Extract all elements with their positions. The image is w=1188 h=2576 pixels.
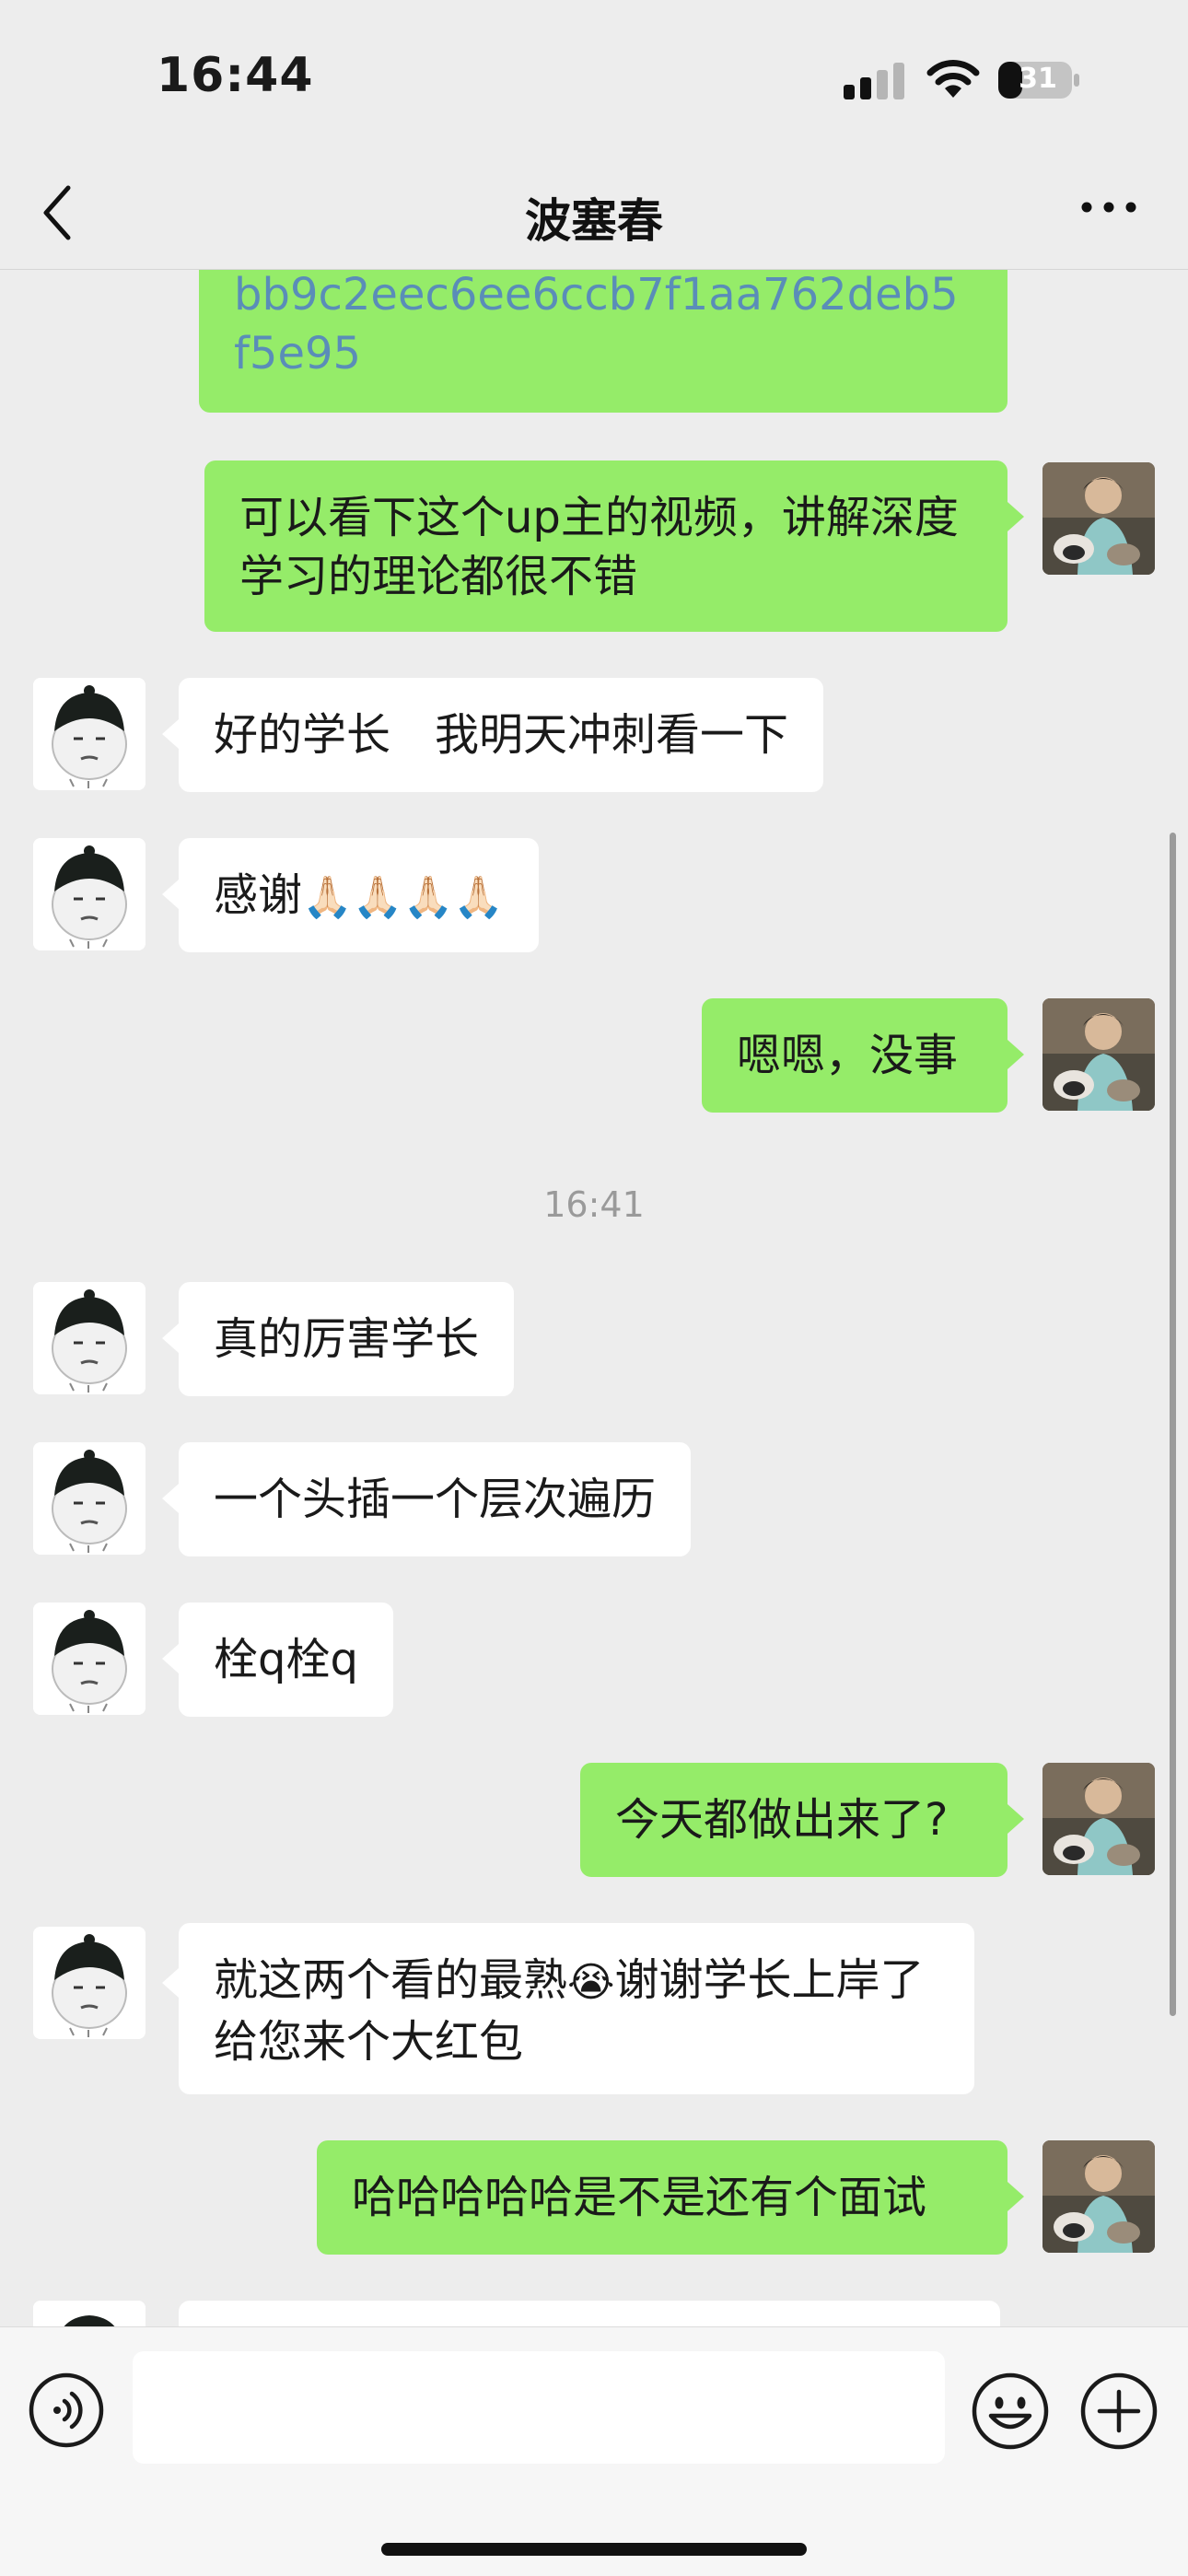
message-bubble-outgoing[interactable]: 嗯嗯，没事 [702,998,1007,1113]
bubble-tail [162,1644,179,1673]
message-text: 栓q栓q [214,1634,358,1685]
avatar-self[interactable] [1042,1763,1155,1875]
nav-bar: 波塞春 [0,157,1188,270]
avatar-contact[interactable] [33,1603,146,1715]
bubble-tail [1007,2182,1024,2211]
message-text: 就这两个看的最熟 [214,1954,568,2006]
avatar-contact[interactable] [33,2301,146,2326]
avatar-contact[interactable] [33,1927,146,2039]
status-bar: 16:44 31 [0,0,1188,157]
avatar-contact[interactable] [33,1282,146,1394]
message-text: 嗯嗯，没事 [737,1030,959,1081]
message-text: 今天都做出来了? [615,1794,949,1846]
input-bar [0,2326,1188,2576]
message-text: 一个头插一个层次遍历 [214,1474,657,1525]
bubble-tail [162,880,179,909]
avatar-contact[interactable] [33,678,146,790]
message-bubble-incoming[interactable]: 感谢🙏🏻🙏🏻🙏🏻🙏🏻 [179,838,540,952]
message-text: 可以看下这个up主的视频，讲解深度学习的理论都很不错 [239,492,959,602]
message-timestamp: 16:41 [543,1184,645,1225]
message-text: 哈哈哈哈哈是不是还有个面试 [352,2172,927,2223]
wifi-icon [926,60,980,98]
bubble-tail [1007,1804,1024,1834]
message-bubble-incoming[interactable]: 栓q栓q [179,1603,393,1717]
plus-icon[interactable] [1079,2372,1159,2451]
bubble-tail [162,1323,179,1353]
bubble-tail [162,1968,179,1998]
chat-history[interactable]: bb9c2eec6ee6ccb7f1aa762deb5f5e95 可以看下这个u… [0,269,1188,2326]
message-text: 感谢 [214,869,303,921]
status-time: 16:44 [157,48,314,103]
more-dots-icon[interactable] [1079,193,1138,221]
message-bubble-outgoing[interactable]: 哈哈哈哈哈是不是还有个面试 [317,2140,1007,2255]
pray-emoji: 🙏🏻🙏🏻🙏🏻🙏🏻 [302,874,505,921]
bubble-tail [1007,502,1024,531]
avatar-contact[interactable] [33,838,146,950]
home-indicator[interactable] [381,2543,807,2556]
chat-title: 波塞春 [525,194,663,248]
message-text: 好的学长 我明天冲刺看一下 [214,709,789,761]
message-bubble-outgoing[interactable]: 可以看下这个up主的视频，讲解深度学习的理论都很不错 [204,460,1007,632]
link-text[interactable]: bb9c2eec6ee6ccb7f1aa762deb5f5e95 [234,269,959,379]
message-bubble-incoming[interactable]: 好的学长 我明天冲刺看一下 [179,678,824,792]
bubble-tail [162,719,179,749]
message-bubble-incoming[interactable]: 就这两个看的最熟😭谢谢学长上岸了给您来个大红包 [179,1923,974,2094]
message-bubble-outgoing[interactable]: bb9c2eec6ee6ccb7f1aa762deb5f5e95 [199,269,1007,413]
avatar-self[interactable] [1042,998,1155,1111]
bubble-tail [162,1484,179,1513]
message-text: 真的厉害学长 [214,1313,480,1365]
battery-icon: 31 [996,59,1081,101]
voice-icon[interactable] [28,2372,105,2449]
emoji-icon[interactable] [971,2372,1050,2451]
message-bubble-outgoing[interactable]: 今天都做出来了? [580,1763,1007,1877]
avatar-contact[interactable] [33,1442,146,1555]
message-bubble-incoming[interactable] [179,2301,1000,2326]
battery-level: 31 [1019,63,1057,95]
message-bubble-incoming[interactable]: 一个头插一个层次遍历 [179,1442,692,1556]
bubble-tail [1007,1040,1024,1069]
scrollbar[interactable] [1170,833,1176,2016]
message-bubble-incoming[interactable]: 真的厉害学长 [179,1282,515,1396]
signal-icon [844,63,904,99]
avatar-self[interactable] [1042,462,1155,575]
message-input[interactable] [133,2351,945,2464]
crying-emoji: 😭 [567,1959,615,2006]
avatar-self[interactable] [1042,2140,1155,2253]
